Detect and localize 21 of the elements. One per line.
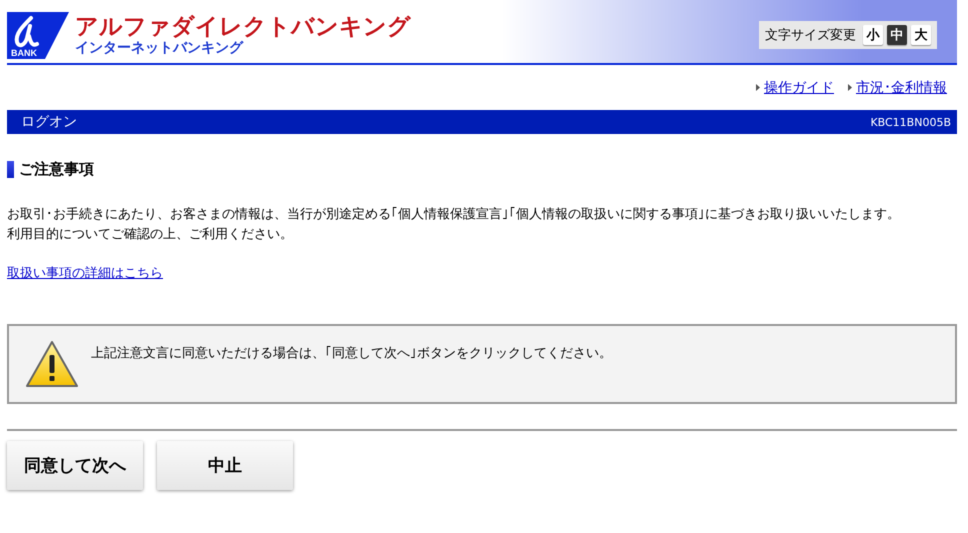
nav-link[interactable]: 操作ガイド bbox=[764, 78, 834, 96]
font-size-button[interactable]: 大 bbox=[911, 25, 931, 45]
font-size-button[interactable]: 中 bbox=[887, 25, 907, 45]
bank-title: アルファダイレクトバンキング bbox=[75, 14, 412, 40]
bank-subtitle: インターネットバンキング bbox=[75, 40, 244, 56]
triangle-icon bbox=[756, 84, 760, 91]
heading-marker bbox=[7, 161, 14, 178]
page-title: ログオン bbox=[21, 113, 77, 131]
section-heading: ご注意事項 bbox=[19, 160, 94, 179]
triangle-icon bbox=[848, 84, 852, 91]
notice-paragraph: お取引･お手続きにあたり、お客さまの情報は、当行が別途定める｢個人情報保護宣言｣｢個人情報の取扱いに関する事項｣に基づきお取り扱いいたします。 bbox=[7, 206, 901, 224]
warning-icon bbox=[25, 340, 79, 388]
font-size-label: 文字サイズ変更 bbox=[765, 27, 856, 44]
nav-link[interactable]: 市況･金利情報 bbox=[856, 78, 947, 96]
screen-code: KBC11BN005B bbox=[870, 116, 951, 128]
action-button[interactable]: 同意して次へ bbox=[7, 441, 143, 490]
action-button[interactable]: 中止 bbox=[157, 441, 293, 490]
font-size-button[interactable]: 小 bbox=[863, 25, 883, 45]
notice-text: 上記注意文言に同意いただける場合は、｢同意して次へ｣ボタンをクリックしてください。 bbox=[91, 345, 612, 362]
logo-text: BANK bbox=[11, 48, 37, 58]
notice-paragraph: 利用目的についてご確認の上、ご利用ください。 bbox=[7, 226, 294, 244]
